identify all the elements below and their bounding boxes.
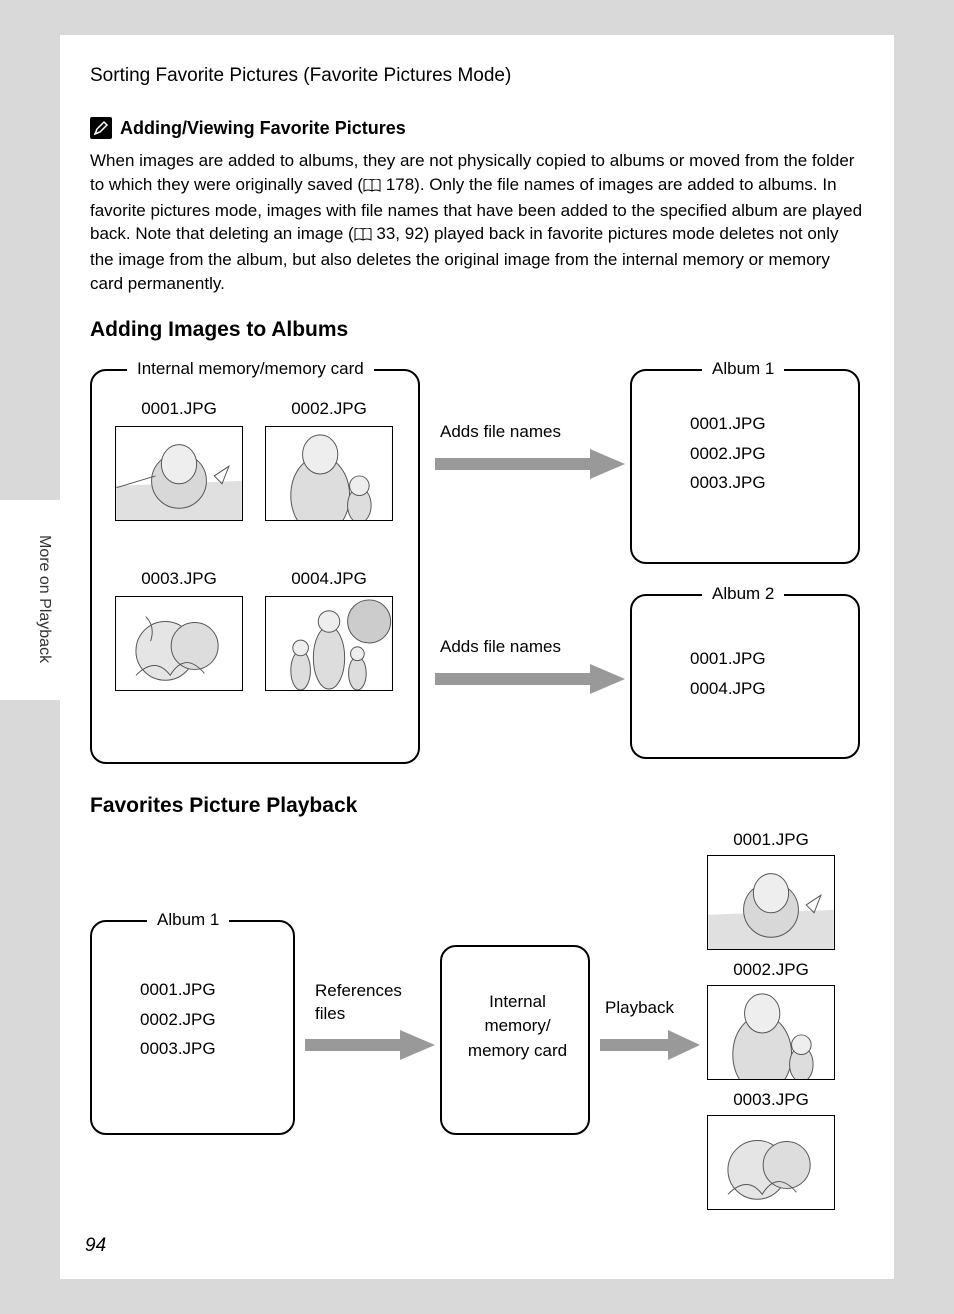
memory-label: Internal memory/ memory card — [460, 990, 575, 1064]
book-icon — [363, 175, 381, 199]
file-label: 0001.JPG — [115, 399, 243, 419]
section1-title: Adding Images to Albums — [90, 318, 864, 342]
arrow-icon — [435, 664, 625, 699]
sidebar-label: More on Playback — [35, 535, 53, 663]
page-header: Sorting Favorite Pictures (Favorite Pict… — [90, 65, 864, 87]
playback-label: Playback — [605, 998, 674, 1018]
diagram-playback: Album 1 0001.JPG 0002.JPG 0003.JPG Refer… — [90, 830, 864, 1240]
book-icon — [354, 224, 372, 248]
file-label: 0004.JPG — [265, 569, 393, 589]
out-file-label: 0002.JPG — [707, 960, 835, 980]
note-body: When images are added to albums, they ar… — [90, 149, 864, 296]
file-label: 0003.JPG — [115, 569, 243, 589]
thumbnail — [707, 985, 835, 1080]
source-label: Internal memory/memory card — [127, 359, 374, 379]
album2-label: Album 2 — [702, 584, 784, 604]
note-heading: Adding/Viewing Favorite Pictures — [90, 117, 864, 139]
section2-title: Favorites Picture Playback — [90, 794, 864, 818]
arrow-label: Adds file names — [440, 422, 561, 442]
thumbnail — [265, 426, 393, 521]
thumbnail — [707, 1115, 835, 1210]
album1-files: 0001.JPG 0002.JPG 0003.JPG — [690, 409, 766, 498]
diagram-adding: Internal memory/memory card 0001.JPG 000… — [90, 354, 864, 784]
arrow-icon — [305, 1030, 435, 1065]
file-label: 0002.JPG — [265, 399, 393, 419]
references-label: References files — [315, 980, 415, 1026]
album1-label: Album 1 — [702, 359, 784, 379]
album2-files: 0001.JPG 0004.JPG — [690, 644, 766, 704]
out-file-label: 0001.JPG — [707, 830, 835, 850]
thumbnail — [115, 596, 243, 691]
arrow-label: Adds file names — [440, 637, 561, 657]
thumbnail — [265, 596, 393, 691]
playback-album-label: Album 1 — [147, 910, 229, 930]
thumbnail — [115, 426, 243, 521]
out-file-label: 0003.JPG — [707, 1090, 835, 1110]
page: Sorting Favorite Pictures (Favorite Pict… — [60, 35, 894, 1279]
page-number: 94 — [85, 1235, 106, 1257]
arrow-icon — [435, 449, 625, 484]
note-title: Adding/Viewing Favorite Pictures — [120, 118, 406, 139]
arrow-icon — [600, 1030, 700, 1065]
pencil-icon — [90, 117, 112, 139]
playback-album-files: 0001.JPG 0002.JPG 0003.JPG — [140, 975, 216, 1064]
thumbnail — [707, 855, 835, 950]
